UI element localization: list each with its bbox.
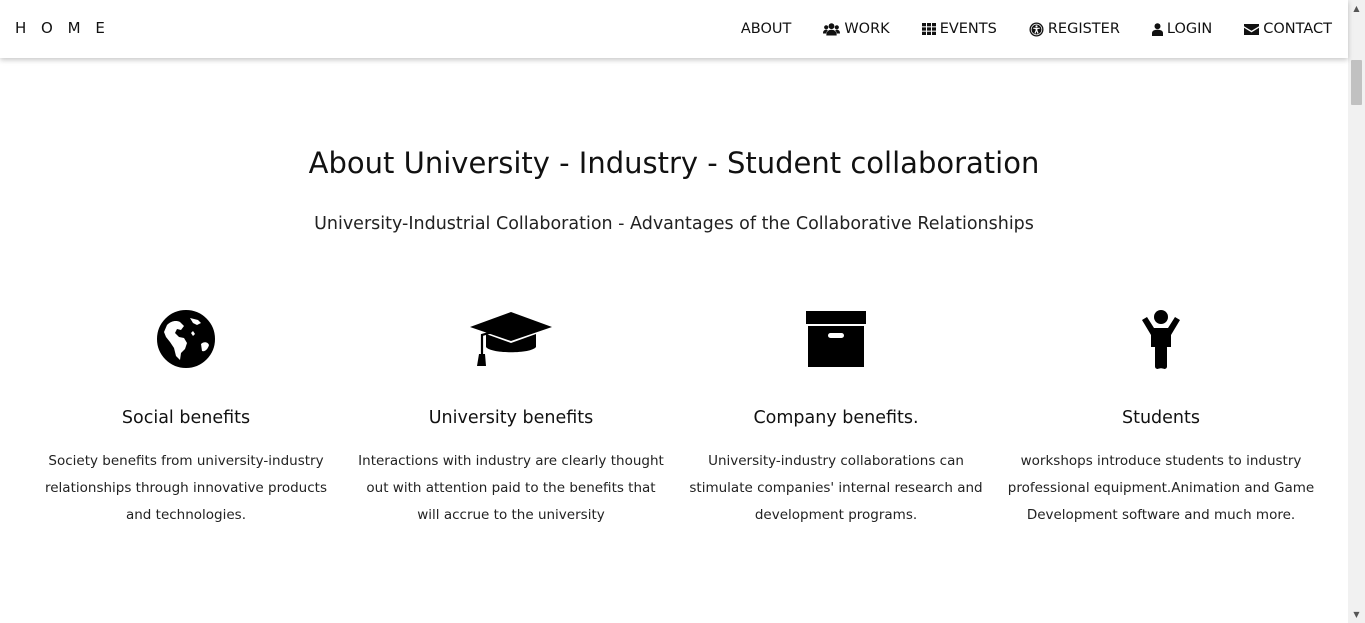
feature-text: workshops introduce students to industry… <box>1007 453 1315 523</box>
scroll-up-arrow-icon[interactable]: ▲ <box>1348 0 1365 17</box>
feature-title: Social benefits <box>121 408 251 428</box>
scroll-thumb[interactable] <box>1351 60 1362 105</box>
globe-icon <box>157 310 215 368</box>
home-brand-link[interactable]: H O M E <box>15 19 110 37</box>
nav-register-link[interactable]: REGISTER <box>1029 21 1120 37</box>
users-icon <box>823 22 841 35</box>
feature-text: University-industry collaborations can s… <box>689 453 983 523</box>
feature-students: Students workshops introduce students to… <box>1006 308 1316 529</box>
child-icon <box>1142 310 1180 369</box>
accessibility-icon <box>1029 22 1044 36</box>
nav-events-label: EVENTS <box>939 21 997 37</box>
feature-title: Students <box>1121 408 1200 428</box>
nav-contact-link[interactable]: CONTACT <box>1244 21 1332 37</box>
about-section: About University - Industry - Student co… <box>0 58 1348 623</box>
nav-contact-label: CONTACT <box>1263 21 1332 37</box>
feature-university: University benefits Interactions with in… <box>356 308 666 529</box>
grid-icon <box>921 23 936 35</box>
graduation-cap-icon <box>470 312 552 366</box>
feature-text: Society benefits from university-industr… <box>45 453 327 523</box>
user-icon <box>1151 22 1163 36</box>
scroll-down-arrow-icon[interactable]: ▼ <box>1348 606 1365 623</box>
feature-title: University benefits <box>428 408 594 428</box>
archive-icon <box>806 311 866 367</box>
nav-about-label: ABOUT <box>740 21 792 37</box>
nav-links: ABOUT WORK EVENTS REGISTER LOGIN CONTACT <box>709 0 1332 58</box>
feature-title: Company benefits. <box>753 408 919 428</box>
nav-login-label: LOGIN <box>1166 21 1213 37</box>
nav-work-label: WORK <box>844 21 890 37</box>
page-subtitle: University-Industrial Collaboration - Ad… <box>314 214 1034 234</box>
nav-login-link[interactable]: LOGIN <box>1151 21 1213 37</box>
feature-social: Social benefits Society benefits from un… <box>31 308 341 529</box>
nav-about-link[interactable]: ABOUT <box>741 21 792 37</box>
top-navbar: H O M E ABOUT WORK EVENTS REGISTER LOGIN… <box>0 0 1348 58</box>
nav-events-link[interactable]: EVENTS <box>921 21 997 37</box>
nav-work-link[interactable]: WORK <box>823 21 890 37</box>
page-title: About University - Industry - Student co… <box>308 146 1040 180</box>
nav-register-label: REGISTER <box>1047 21 1120 37</box>
vertical-scrollbar[interactable]: ▲ ▼ <box>1348 0 1365 623</box>
feature-company: Company benefits. University-industry co… <box>681 308 991 529</box>
feature-text: Interactions with industry are clearly t… <box>358 453 664 523</box>
envelope-icon <box>1244 23 1260 35</box>
